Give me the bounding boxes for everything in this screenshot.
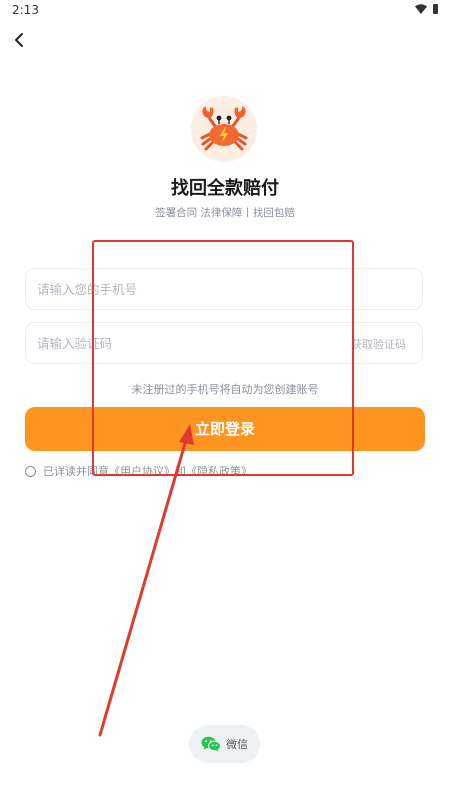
status-time: 2:13 [12,3,39,17]
annotation-highlight-box [92,240,354,476]
wechat-login-button[interactable]: 微信 [189,725,260,763]
crab-logo-icon [191,96,257,162]
wechat-icon [201,736,221,752]
status-icons [415,4,438,14]
page-title: 找回全款赔付 [171,178,279,199]
wechat-label: 微信 [226,738,248,751]
page-subtitle: 签署合同 法律保障丨找回包赔 [155,207,295,219]
wifi-icon [415,4,427,14]
chevron-left-icon [15,33,23,47]
status-bar: 2:13 [0,0,450,22]
agreement-checkbox[interactable] [25,465,36,477]
battery-icon [433,4,438,14]
get-code-button[interactable]: 获取验证码 [351,336,406,352]
back-button[interactable] [8,28,32,52]
app-logo [191,96,257,162]
